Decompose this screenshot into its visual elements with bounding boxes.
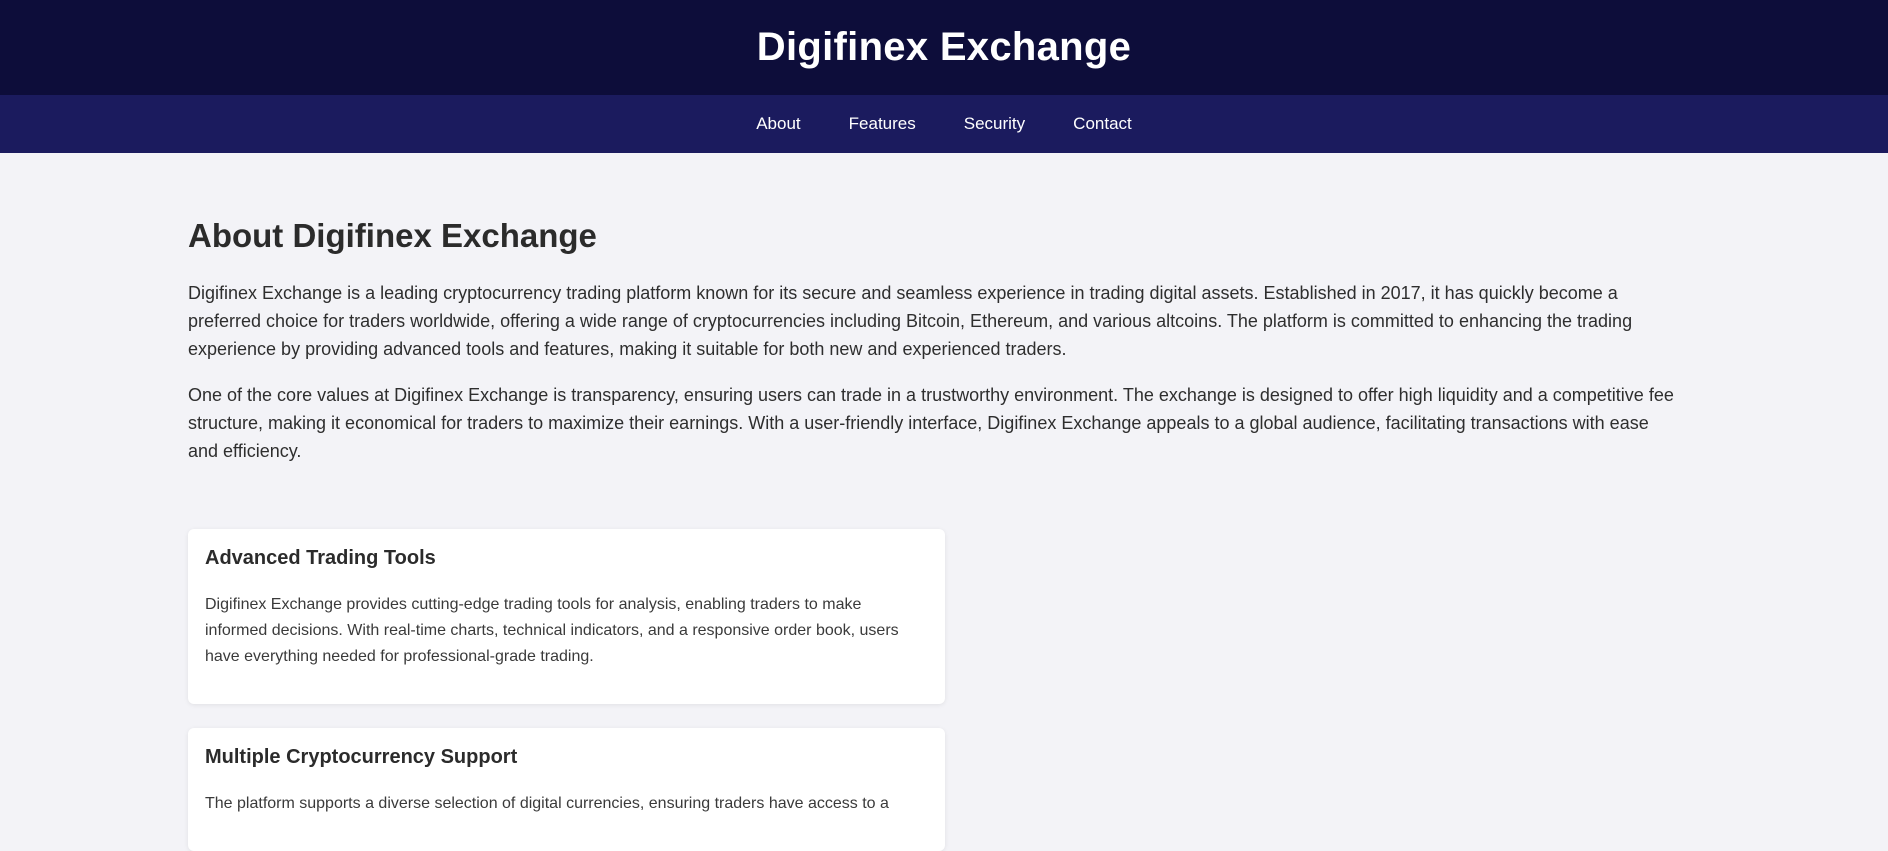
site-header: Digifinex Exchange [0,0,1888,95]
about-section: About Digifinex Exchange Digifinex Excha… [188,217,1700,465]
feature-text: Digifinex Exchange provides cutting-edge… [205,596,899,665]
about-heading: About Digifinex Exchange [188,217,597,254]
nav-link-contact[interactable]: Contact [1073,114,1132,134]
main-content: About Digifinex Exchange Digifinex Excha… [0,153,1888,851]
nav-link-security[interactable]: Security [964,114,1025,134]
about-paragraph: Digifinex Exchange is a leading cryptocu… [188,283,1633,359]
nav-link-features[interactable]: Features [849,114,916,134]
feature-text: The platform supports a diverse selectio… [205,795,889,812]
about-paragraph: One of the core values at Digifinex Exch… [188,385,1674,461]
feature-title: Multiple Cryptocurrency Support [205,746,518,768]
main-nav: About Features Security Contact [0,95,1888,153]
feature-card: Multiple Cryptocurrency Support The plat… [188,728,945,851]
feature-title: Advanced Trading Tools [205,547,436,569]
nav-link-about[interactable]: About [756,114,800,134]
site-title: Digifinex Exchange [756,25,1132,69]
features-section: Advanced Trading Tools Digifinex Exchang… [188,529,945,851]
feature-card: Advanced Trading Tools Digifinex Exchang… [188,529,945,704]
